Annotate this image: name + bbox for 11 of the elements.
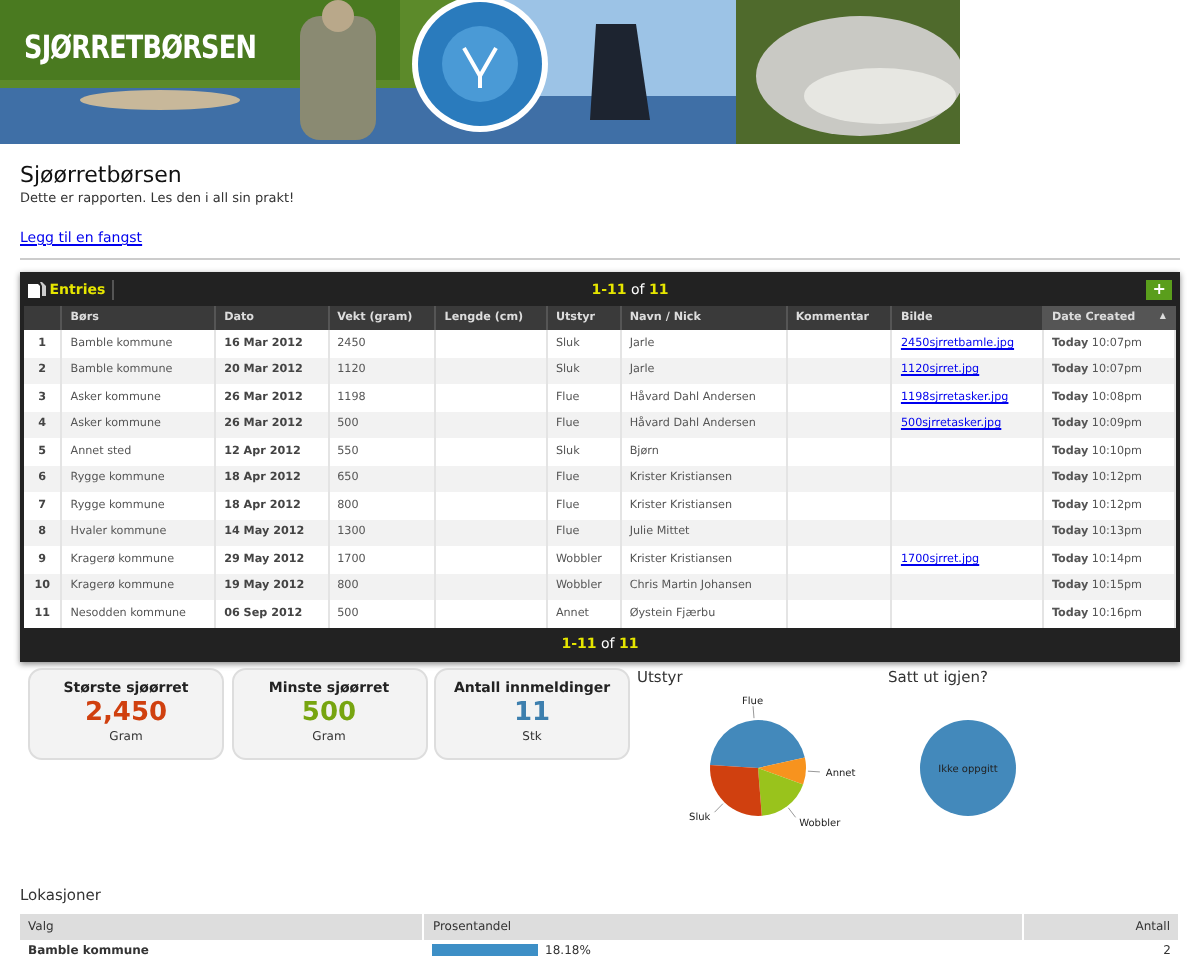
leader-line bbox=[786, 807, 796, 818]
leader-line bbox=[806, 770, 820, 773]
stat-value: 11 bbox=[511, 699, 553, 729]
leader-line bbox=[713, 803, 723, 813]
pie-slice bbox=[920, 719, 1016, 816]
stat-value: 2,450 bbox=[82, 699, 170, 729]
page-title: Sjøørretbørsen bbox=[20, 162, 184, 189]
leader-line bbox=[751, 705, 754, 719]
banner-title: SJØRRETBØRSEN bbox=[24, 26, 257, 70]
stat-value: 500 bbox=[299, 699, 359, 729]
documents-icon bbox=[28, 281, 46, 298]
